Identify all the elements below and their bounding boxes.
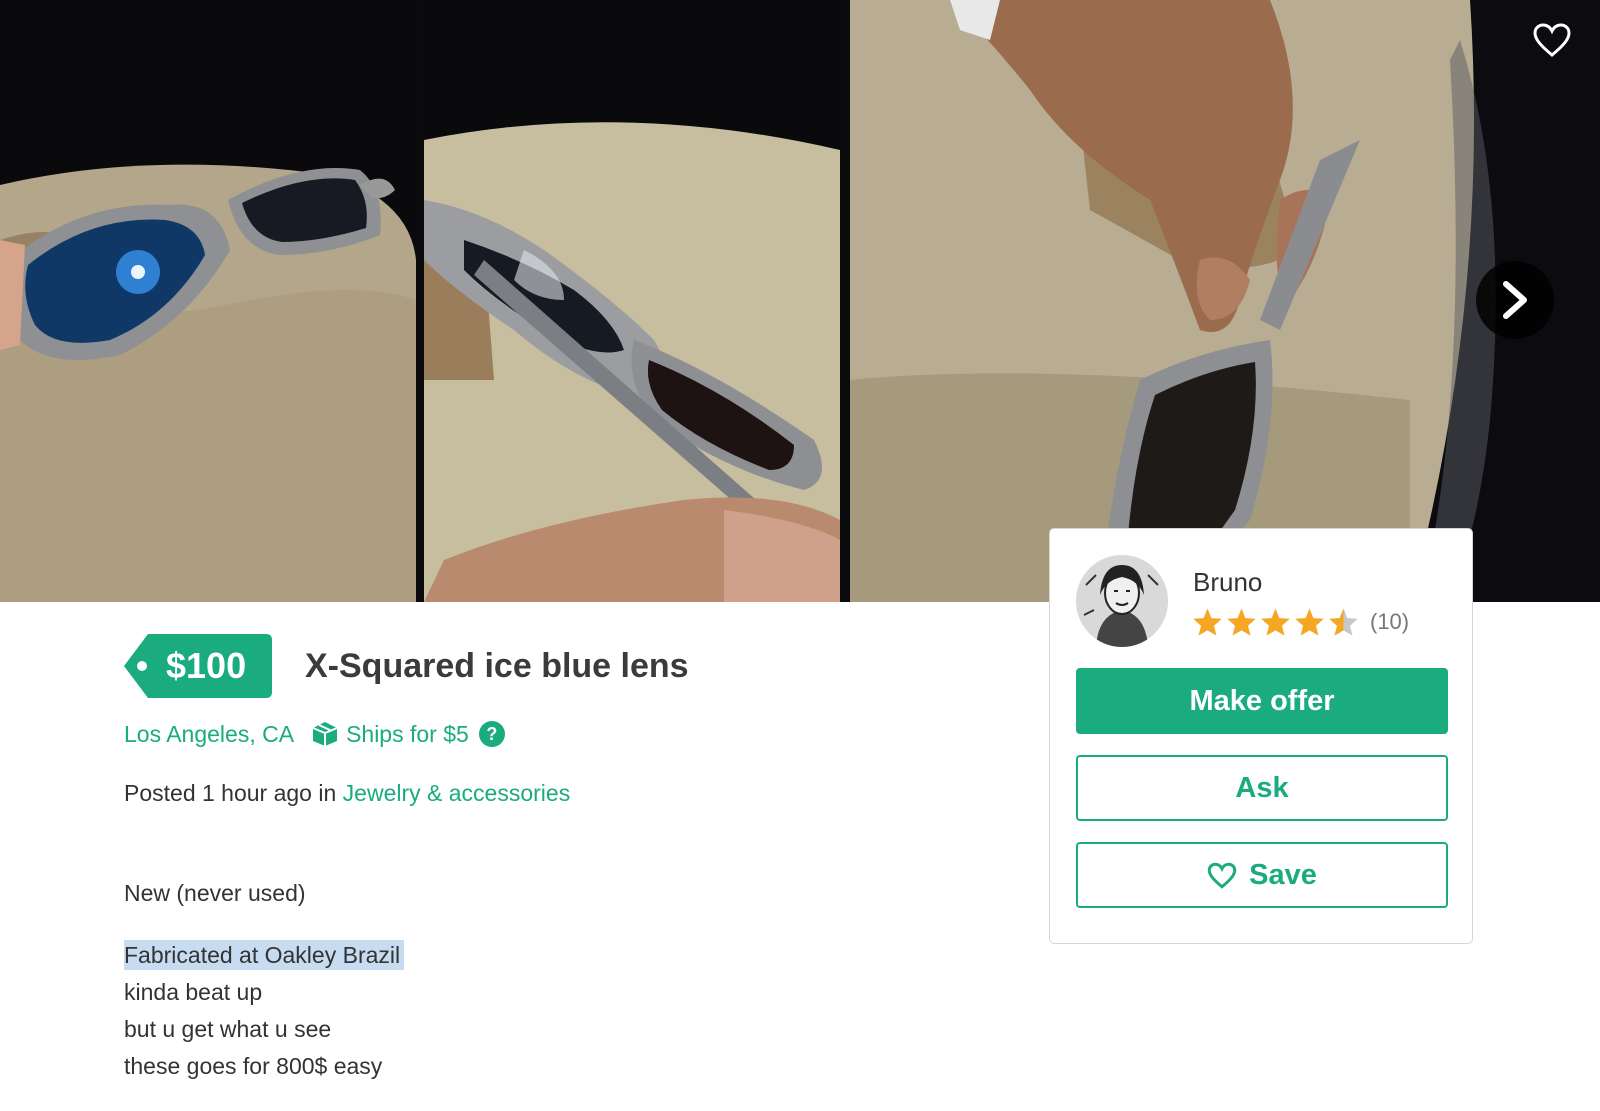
price-tag: $100 [124,634,272,698]
save-label: Save [1249,858,1317,891]
star-icon [1261,608,1290,636]
description-line-selected: Fabricated at Oakley Brazil [124,940,405,970]
favorite-heart-icon[interactable] [1532,22,1572,58]
posted-time: Posted 1 hour ago in [124,780,343,806]
half-star-icon [1329,608,1358,636]
star-icon [1193,608,1222,636]
price-value: $100 [166,645,247,686]
seller-card: Bruno (10) Make offer Ask Save [1049,528,1473,944]
star-icon [1295,608,1324,636]
location-link[interactable]: Los Angeles, CA [124,721,294,748]
next-photo-button[interactable] [1476,261,1554,339]
seller-avatar[interactable] [1076,555,1168,647]
heart-icon [1207,862,1237,889]
review-count[interactable]: (10) [1370,609,1409,635]
chevron-right-icon [1503,281,1527,319]
listing-meta: Los Angeles, CA Ships for $5 ? [124,718,505,750]
description-line: New (never used) [124,880,306,906]
category-link[interactable]: Jewelry & accessories [343,780,571,806]
make-offer-button[interactable]: Make offer [1076,668,1448,734]
listing-photo[interactable] [424,0,840,602]
description-line: kinda beat up [124,979,263,1005]
seller-rating: (10) [1192,607,1409,637]
seller-name[interactable]: Bruno [1193,567,1262,598]
photo-gallery [0,0,1600,602]
listing-title: X-Squared ice blue lens [305,647,689,685]
package-icon [312,722,338,746]
help-icon[interactable]: ? [478,721,505,747]
ask-button[interactable]: Ask [1076,755,1448,821]
listing-photo[interactable] [0,0,416,602]
star-icon [1227,608,1256,636]
shipping-info: Ships for $5 [312,721,469,748]
description-line: these goes for 800$ easy [124,1053,383,1079]
listing-description: New (never used) Fabricated at Oakley Br… [124,875,405,1085]
posted-info: Posted 1 hour ago in Jewelry & accessori… [124,777,570,809]
description-line: but u get what u see [124,1016,332,1042]
shipping-label: Ships for $5 [346,720,469,747]
save-button[interactable]: Save [1076,842,1448,908]
